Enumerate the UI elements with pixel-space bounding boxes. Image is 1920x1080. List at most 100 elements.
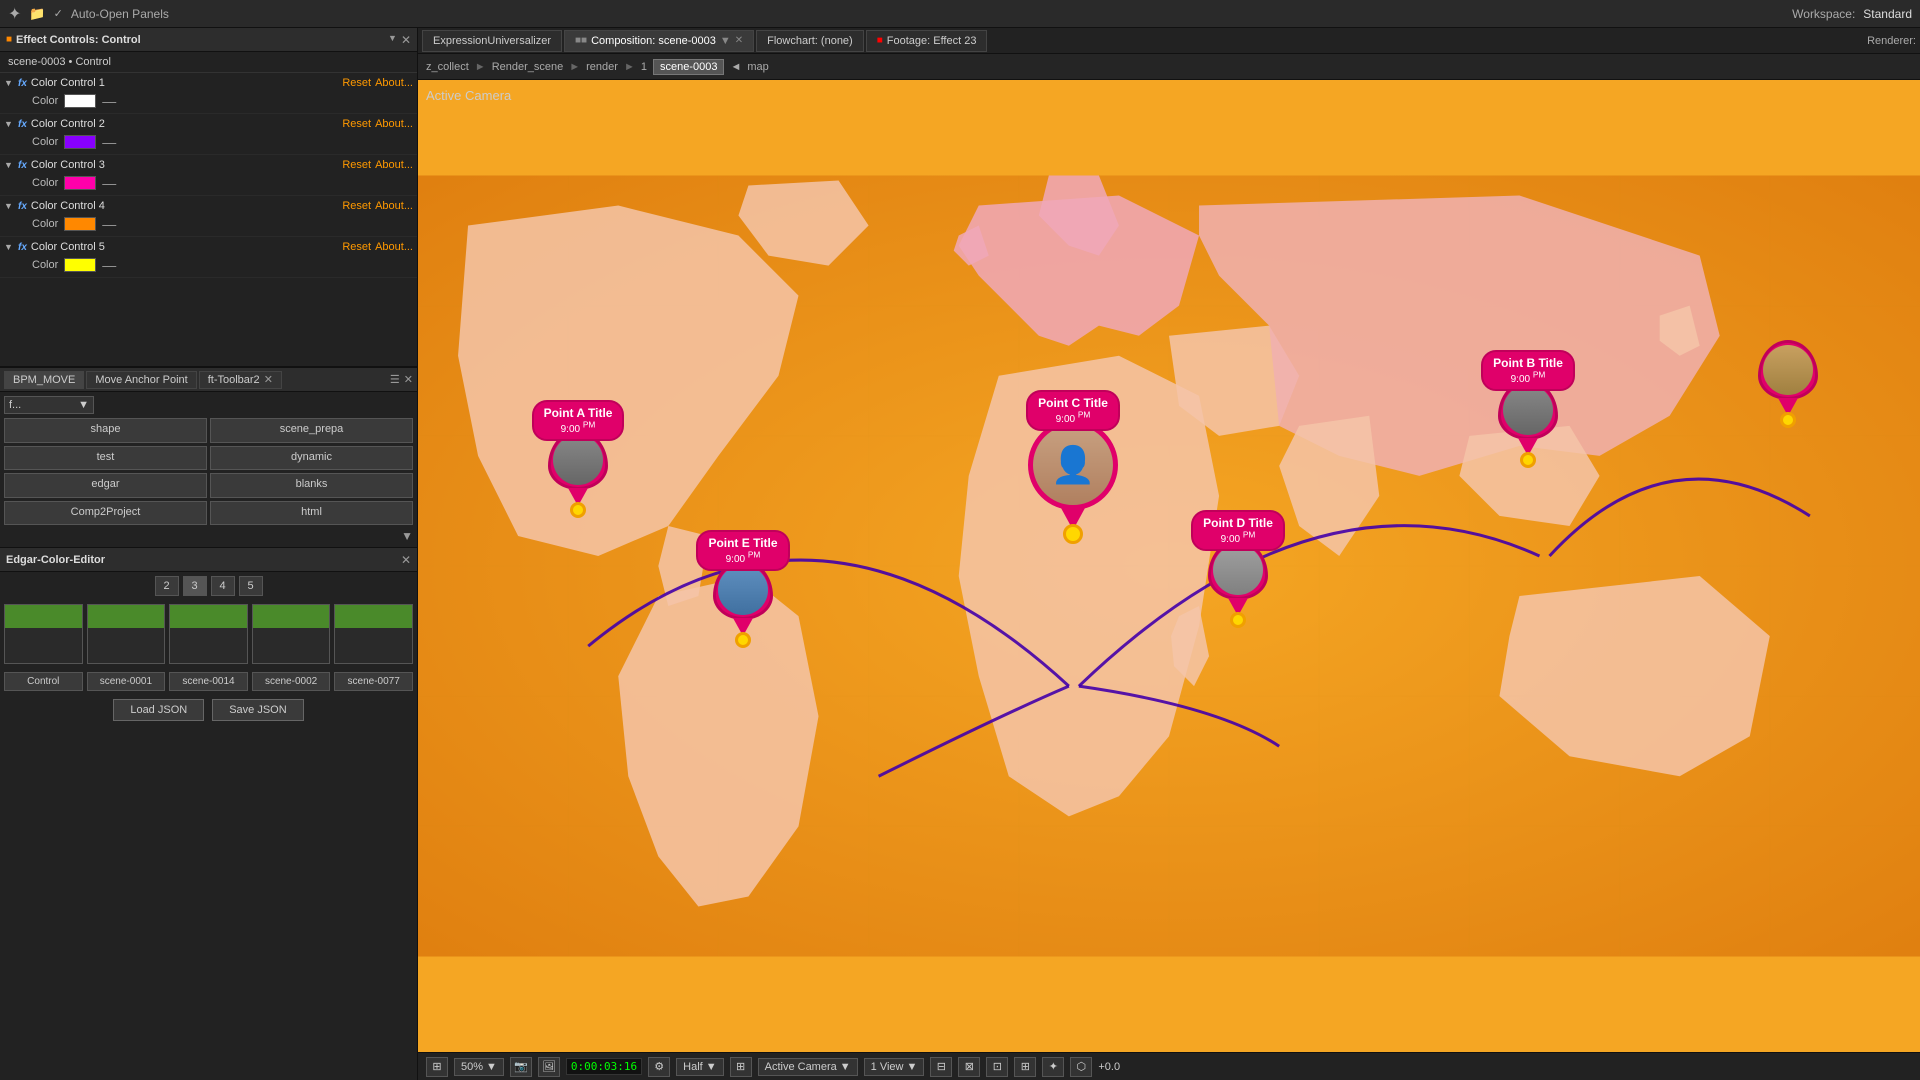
puppet-button[interactable]: ✦ [1042, 1057, 1064, 1077]
view-3-button[interactable]: ⊡ [986, 1057, 1008, 1077]
view-4-button[interactable]: ⊞ [1014, 1057, 1036, 1077]
dash-icon-5[interactable]: — [102, 257, 116, 273]
timecode-display[interactable]: 0:00:03:16 [566, 1058, 642, 1075]
color-editor-header: Edgar-Color-Editor ✕ [0, 548, 417, 572]
script-btn-dynamic[interactable]: dynamic [210, 446, 413, 471]
script-body: f... ▼ shape scene_prepa test dynamic ed… [0, 392, 417, 547]
breadcrumb-render[interactable]: render [586, 61, 618, 73]
expand-arrow-3[interactable]: ▼ [4, 160, 14, 170]
color-swatch-5[interactable] [64, 258, 96, 272]
color-swatch-block-5[interactable] [334, 604, 413, 664]
comp-tab-footage[interactable]: ■ Footage: Effect 23 [866, 30, 988, 52]
comp-tab-expression[interactable]: ExpressionUniversalizer [422, 30, 562, 52]
expand-arrow-5[interactable]: ▼ [4, 242, 14, 252]
color-swatch-block-2[interactable] [87, 604, 166, 664]
zoom-select[interactable]: 50% ▼ [454, 1058, 504, 1076]
about-btn-1[interactable]: About... [375, 77, 413, 89]
comp-tab-flowchart[interactable]: Flowchart: (none) [756, 30, 864, 52]
color-swatch-2[interactable] [64, 135, 96, 149]
script-tab-toolbar[interactable]: ft-Toolbar2 ✕ [199, 371, 282, 389]
fit-to-comp-button[interactable]: ⊞ [426, 1057, 448, 1077]
reset-btn-4[interactable]: Reset [342, 200, 371, 212]
breadcrumb-arrow-icon[interactable]: ◄ [730, 61, 741, 73]
comp-dropdown[interactable]: ▼ [720, 35, 731, 47]
map-pin-gg [1758, 340, 1818, 428]
script-btn-shape[interactable]: shape [4, 418, 207, 443]
color-swatch-3[interactable] [64, 176, 96, 190]
scene-tab-0002[interactable]: scene-0002 [252, 672, 331, 691]
snapshot-button[interactable]: 📷 [510, 1057, 532, 1077]
dropdown-icon[interactable]: ▼ [388, 33, 397, 47]
color-tab-5[interactable]: 5 [239, 576, 263, 596]
save-json-button[interactable]: Save JSON [212, 699, 303, 721]
close-icon[interactable]: ✕ [264, 373, 273, 386]
dash-icon-4[interactable]: — [102, 216, 116, 232]
panel-header-controls: ▼ ✕ [388, 33, 411, 47]
script-btn-comp2project[interactable]: Comp2Project [4, 501, 207, 526]
scene-tab-control[interactable]: Control [4, 672, 83, 691]
color-swatch-1[interactable] [64, 94, 96, 108]
expand-arrow-1[interactable]: ▼ [4, 78, 14, 88]
color-tab-4[interactable]: 4 [211, 576, 235, 596]
script-btn-edgar[interactable]: edgar [4, 473, 207, 498]
comp-tab-scene[interactable]: ■■ Composition: scene-0003 ▼ ✕ [564, 30, 754, 52]
script-btn-scene-prepa[interactable]: scene_prepa [210, 418, 413, 443]
scroll-down-icon[interactable]: ▼ [401, 529, 413, 543]
breadcrumb-z-collect[interactable]: z_collect [426, 61, 469, 73]
color-tab-3[interactable]: 3 [183, 576, 207, 596]
script-tab-anchor[interactable]: Move Anchor Point [86, 371, 196, 389]
script-btn-blanks[interactable]: blanks [210, 473, 413, 498]
3d-button[interactable]: ⬡ [1070, 1057, 1092, 1077]
breadcrumb-1[interactable]: 1 [641, 61, 647, 73]
camera-value: Active Camera [765, 1061, 837, 1073]
view-2-button[interactable]: ⊠ [958, 1057, 980, 1077]
script-btn-test[interactable]: test [4, 446, 207, 471]
reset-btn-1[interactable]: Reset [342, 77, 371, 89]
color-swatch-block-4[interactable] [252, 604, 331, 664]
render-button[interactable]: ⚙ [648, 1057, 670, 1077]
reset-btn-3[interactable]: Reset [342, 159, 371, 171]
scene-tab-0014[interactable]: scene-0014 [169, 672, 248, 691]
dash-icon-1[interactable]: — [102, 93, 116, 109]
close-icon[interactable]: ✕ [401, 33, 411, 47]
dash-icon-3[interactable]: — [102, 175, 116, 191]
script-tab-bpm[interactable]: BPM_MOVE [4, 371, 84, 389]
pin-c-image: 👤 [1028, 420, 1118, 510]
about-btn-4[interactable]: About... [375, 200, 413, 212]
breadcrumb-active-scene[interactable]: scene-0003 [653, 59, 725, 75]
load-json-button[interactable]: Load JSON [113, 699, 204, 721]
script-dropdown[interactable]: f... ▼ [4, 396, 94, 414]
comp-close-icon[interactable]: ✕ [735, 35, 743, 46]
close-icon-script[interactable]: ✕ [404, 373, 413, 386]
view-1-button[interactable]: ⊟ [930, 1057, 952, 1077]
view-select[interactable]: 1 View ▼ [864, 1058, 925, 1076]
fx-icon-3: fx [18, 160, 27, 171]
about-btn-3[interactable]: About... [375, 159, 413, 171]
quality-select[interactable]: Half ▼ [676, 1058, 723, 1076]
about-btn-5[interactable]: About... [375, 241, 413, 253]
menu-icon[interactable]: ☰ [390, 373, 400, 386]
color-swatch-4[interactable] [64, 217, 96, 231]
camera-select[interactable]: Active Camera ▼ [758, 1058, 858, 1076]
reset-btn-2[interactable]: Reset [342, 118, 371, 130]
color-tab-2[interactable]: 2 [155, 576, 179, 596]
expand-arrow-4[interactable]: ▼ [4, 201, 14, 211]
file-icon[interactable]: 📁 [29, 6, 45, 22]
color-editor-panel: Edgar-Color-Editor ✕ 2 3 4 5 [0, 548, 417, 1080]
about-btn-2[interactable]: About... [375, 118, 413, 130]
workspace-value: Standard [1863, 7, 1912, 21]
show-snapshot-button[interactable]: 🖼 [538, 1057, 560, 1077]
auto-open-checkbox[interactable]: ✓ [54, 7, 63, 20]
breadcrumb-map[interactable]: map [747, 61, 768, 73]
breadcrumb-render-scene[interactable]: Render_scene [492, 61, 564, 73]
scene-tab-0001[interactable]: scene-0001 [87, 672, 166, 691]
reset-btn-5[interactable]: Reset [342, 241, 371, 253]
expand-arrow-2[interactable]: ▼ [4, 119, 14, 129]
dash-icon-2[interactable]: — [102, 134, 116, 150]
grid-button[interactable]: ⊞ [730, 1057, 752, 1077]
close-icon-editor[interactable]: ✕ [401, 553, 411, 567]
color-swatch-block-3[interactable] [169, 604, 248, 664]
script-btn-html[interactable]: html [210, 501, 413, 526]
scene-tab-0077[interactable]: scene-0077 [334, 672, 413, 691]
color-swatch-block-1[interactable] [4, 604, 83, 664]
